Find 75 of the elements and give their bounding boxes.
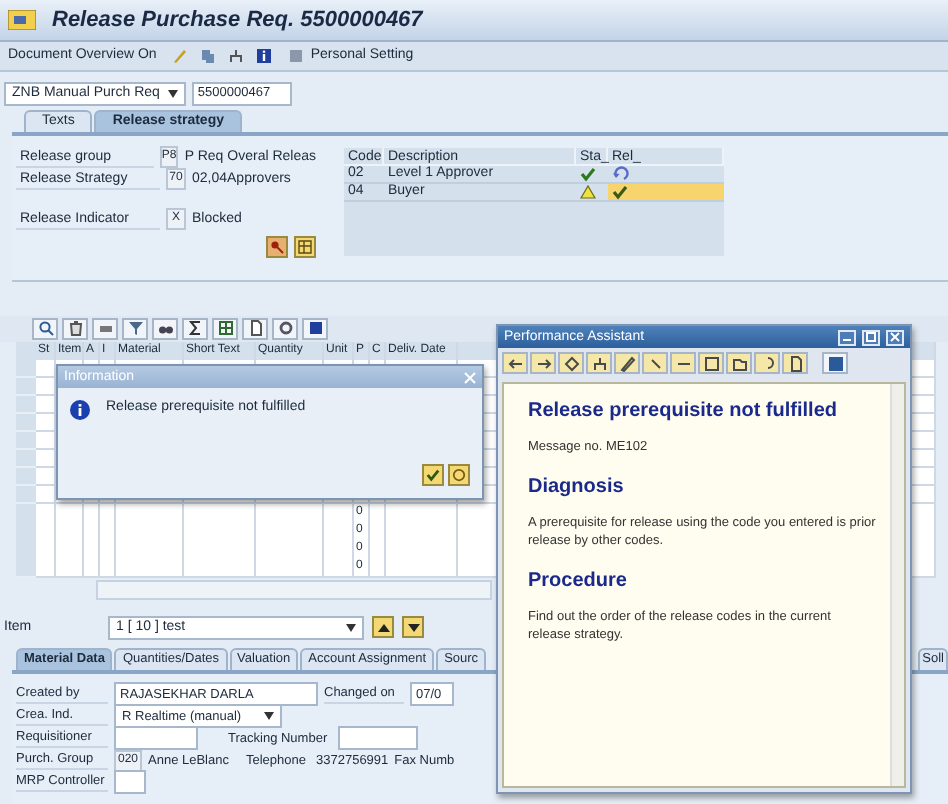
hierarchy-icon[interactable] — [228, 47, 245, 64]
documents-icon[interactable] — [200, 47, 217, 64]
mrp-controller-field[interactable] — [114, 770, 146, 795]
document-icon — [247, 320, 263, 337]
dropdown-caret-icon — [346, 623, 356, 632]
close-button[interactable] — [886, 329, 904, 345]
exit-button[interactable] — [822, 352, 848, 374]
minus-button[interactable] — [670, 352, 696, 374]
folder-icon — [731, 355, 747, 371]
trash-icon — [67, 320, 83, 337]
diamond-icon — [563, 355, 579, 371]
forward-arrow-button[interactable] — [530, 352, 556, 374]
search-button[interactable] — [32, 317, 58, 340]
arc-button[interactable] — [754, 352, 780, 374]
binoculars-button[interactable] — [152, 317, 178, 340]
diamond-button[interactable] — [558, 352, 584, 374]
pencil-icon — [619, 355, 635, 371]
section-heading: Procedure — [528, 570, 629, 592]
next-item-button[interactable] — [402, 616, 424, 639]
undo-icon[interactable] — [612, 165, 630, 182]
info-icon — [70, 400, 90, 420]
pencil-button[interactable] — [614, 352, 640, 374]
requisitioner-field[interactable] — [114, 726, 198, 751]
hierarchy-button[interactable] — [586, 352, 612, 374]
sum-button[interactable] — [182, 317, 208, 340]
grid-button[interactable] — [212, 317, 238, 340]
forward-arrow-icon — [535, 355, 551, 371]
vertical-scrollbar[interactable] — [890, 384, 904, 786]
square-icon — [307, 320, 323, 337]
square-button[interactable] — [698, 352, 724, 374]
maximize-button[interactable] — [862, 329, 880, 345]
back-arrow-button[interactable] — [502, 352, 528, 374]
info-icon[interactable] — [256, 47, 273, 64]
key-icon — [270, 239, 284, 254]
menu-icon[interactable] — [8, 9, 36, 30]
document-button[interactable] — [242, 317, 268, 340]
table-button[interactable] — [294, 235, 316, 258]
help-heading: Release prerequisite not fulfilled — [528, 400, 839, 422]
circle-icon — [452, 468, 466, 482]
checkmark-icon — [426, 468, 440, 482]
key-button[interactable] — [266, 235, 288, 258]
confirm-button[interactable] — [422, 464, 444, 486]
filter-icon — [127, 320, 143, 337]
search-icon — [37, 320, 53, 337]
help-button[interactable] — [448, 464, 470, 486]
tracking-number-field[interactable] — [338, 726, 418, 751]
maximize-icon — [866, 332, 876, 342]
filter-button[interactable] — [122, 317, 148, 340]
section-heading: Diagnosis — [528, 476, 626, 498]
slash-button[interactable] — [642, 352, 668, 374]
page-icon — [787, 355, 803, 371]
down-triangle-icon — [407, 623, 419, 632]
binoculars-icon — [157, 320, 173, 337]
grid-icon — [217, 320, 233, 337]
dropdown-caret-icon — [167, 89, 178, 98]
dropdown-caret-icon — [264, 712, 274, 721]
settings-icon — [288, 47, 305, 64]
minimize-button[interactable] — [838, 329, 856, 345]
window-title: Release Purchase Req. 5500000467 — [52, 7, 423, 32]
page-button[interactable] — [782, 352, 808, 374]
up-triangle-icon — [377, 623, 389, 632]
square-icon — [703, 355, 719, 371]
square-icon — [827, 355, 843, 371]
close-icon — [890, 332, 900, 342]
back-arrow-icon — [507, 355, 523, 371]
square-button[interactable] — [302, 317, 328, 340]
slash-icon — [647, 355, 663, 371]
hierarchy-icon — [591, 355, 607, 371]
checkmark-icon[interactable] — [612, 183, 630, 200]
sum-icon — [187, 320, 203, 337]
folder-button[interactable] — [726, 352, 752, 374]
horizontal-scrollbar[interactable] — [96, 579, 492, 599]
previous-item-button[interactable] — [372, 616, 394, 639]
table-icon — [298, 239, 312, 254]
trash-button[interactable] — [62, 317, 88, 340]
